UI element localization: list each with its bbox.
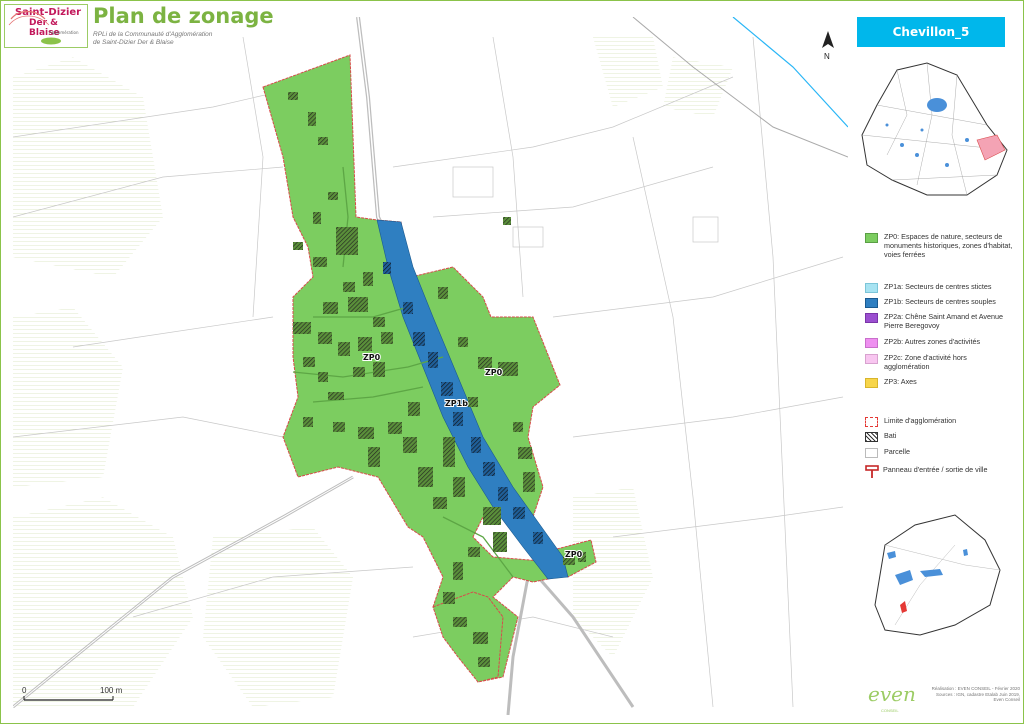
legend-swatch-zp3 [865, 378, 878, 388]
legend-label-panneau: Panneau d'entrée / sortie de ville [883, 465, 988, 474]
legend-item-zp1b: ZP1b: Secteurs de centres souples [865, 297, 1014, 308]
legend-item-bati: Bati [865, 431, 1014, 442]
legend-item-zp0: ZP0: Espaces de nature, secteurs de monu… [865, 232, 1014, 259]
zone-label-zp0-southeast: ZP0 [565, 550, 583, 559]
legend-item-parcelle: Parcelle [865, 447, 1014, 458]
zone-label-zp1b: ZP1b [445, 399, 468, 408]
zone-zp0-south[interactable] [432, 591, 504, 683]
legend-label-zp0: ZP0: Espaces de nature, secteurs de monu… [884, 232, 1013, 259]
entry-sign-icon [865, 465, 879, 478]
scale-start-label: 0 [22, 686, 27, 695]
legend-item-zp2b: ZP2b: Autres zones d'activités [865, 337, 1014, 348]
commune-overview-map [861, 62, 1008, 196]
legend-swatch-bati [865, 432, 878, 442]
zone-label-zp0-west: ZP0 [363, 353, 381, 362]
legend-swatch-zp2b [865, 338, 878, 348]
scale-end-label: 100 m [100, 686, 123, 695]
legend-label-zp1b: ZP1b: Secteurs de centres souples [884, 297, 996, 306]
legend-swatch-zp1b [865, 298, 878, 308]
legend-item-panneau: Panneau d'entrée / sortie de ville [865, 465, 1023, 479]
legend-item-zp2a: ZP2a: Chêne Saint Amand et Avenue Pierre… [865, 312, 1014, 330]
legend-label-zp2c: ZP2c: Zone d'activité hors agglomération [884, 353, 967, 371]
sheet-title: Chevillon_5 [857, 17, 1005, 47]
north-label: N [824, 52, 830, 61]
zone-label-zp0-east: ZP0 [485, 368, 503, 377]
legend-swatch-zp2c [865, 354, 878, 364]
north-arrow-icon: N [822, 31, 834, 61]
legend-item-zp3: ZP3: Axes [865, 377, 1014, 388]
credits-line1: Réalisation : EVEN CONSEIL - Février 202… [931, 686, 1020, 691]
legend-swatch-parcelle [865, 448, 878, 458]
even-conseil-sub: CONSEIL [881, 708, 899, 713]
legend-label-zp2a: ZP2a: Chêne Saint Amand et Avenue Pierre… [884, 312, 1003, 330]
zoning-map[interactable]: ZP0 ZP0 ZP1b ZP0 N [13, 17, 848, 715]
legend-label-zp3: ZP3: Axes [884, 377, 917, 386]
legend-label-zp2b: ZP2b: Autres zones d'activités [884, 337, 981, 346]
legend-label-bati: Bati [884, 431, 897, 440]
legend-label-zp1a: ZP1a: Secteurs de centres stictes [884, 282, 992, 291]
legend-item-zp2c: ZP2c: Zone d'activité hors agglomération [865, 353, 1014, 371]
legend-item-agglo-limit: Limite d'agglomération [865, 416, 1014, 427]
legend-swatch-zp0 [865, 233, 878, 243]
legend-swatch-agglo-limit [865, 417, 878, 427]
credits: Réalisation : EVEN CONSEIL - Février 202… [930, 686, 1020, 703]
legend-item-zp1a: ZP1a: Secteurs de centres stictes [865, 282, 1014, 293]
legend-swatch-zp2a [865, 313, 878, 323]
credits-line3: Even Conseil [993, 697, 1020, 702]
legend-swatch-zp1a [865, 283, 878, 293]
legend-label-agglo-limit: Limite d'agglomération [884, 416, 957, 425]
village-overview-map [874, 514, 1001, 636]
legend-label-parcelle: Parcelle [884, 447, 910, 456]
